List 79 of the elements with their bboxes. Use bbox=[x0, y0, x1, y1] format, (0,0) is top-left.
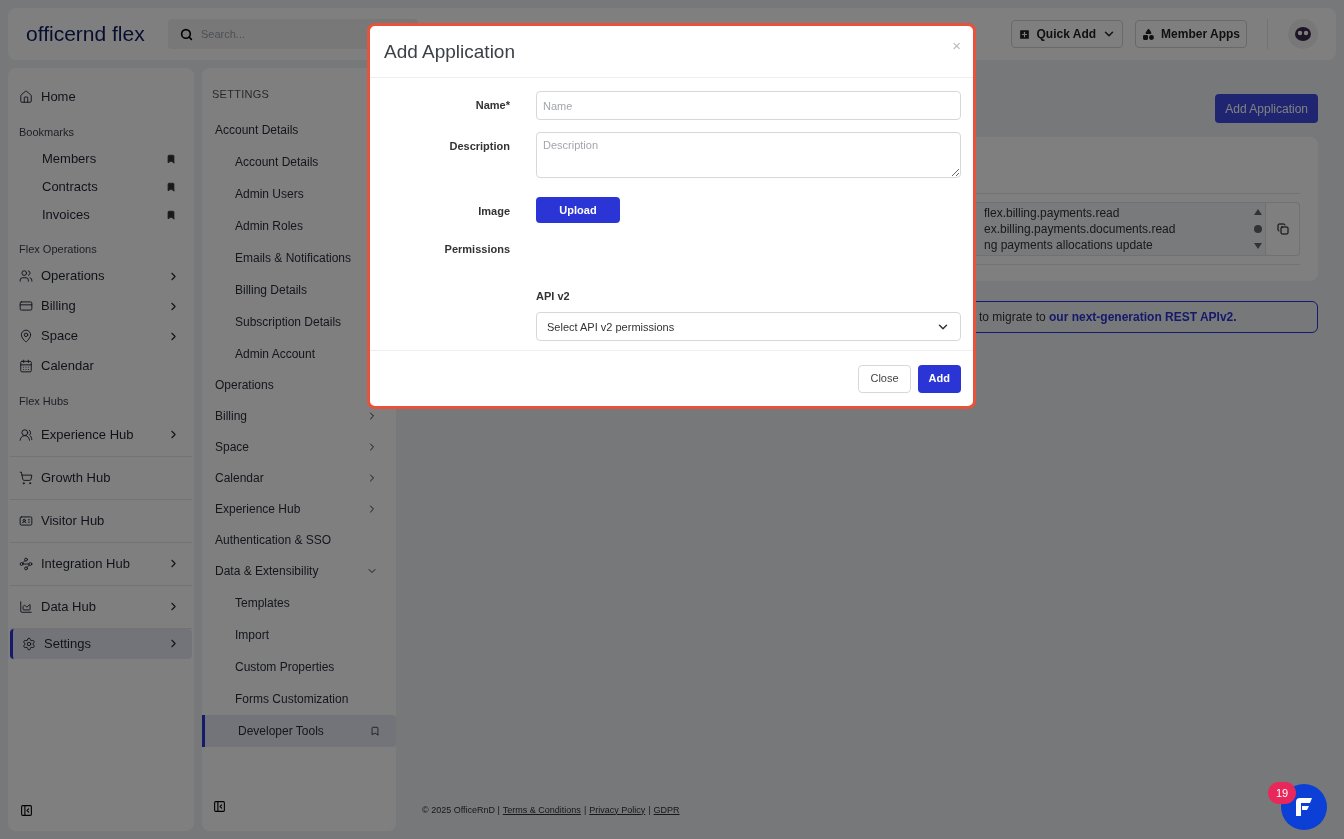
nav-item[interactable]: Data Hub bbox=[10, 591, 192, 622]
settings-icon bbox=[22, 636, 36, 651]
bookmark-icon bbox=[166, 209, 176, 220]
bookmark-icon bbox=[166, 153, 176, 164]
section-heading: Flex Hubs bbox=[18, 394, 70, 409]
permission-line: flex.billing.payments.read bbox=[984, 205, 1121, 221]
settings-menu-entry[interactable]: Space bbox=[202, 431, 396, 463]
field-label: Image bbox=[477, 204, 510, 219]
id-card-icon bbox=[19, 513, 33, 528]
separator-text: | bbox=[583, 803, 587, 817]
name-input[interactable]: Name bbox=[536, 91, 961, 120]
chart-icon bbox=[19, 599, 33, 614]
section-heading: Bookmarks bbox=[18, 125, 76, 140]
map-pin-icon bbox=[19, 329, 33, 343]
upload-button[interactable]: Upload bbox=[536, 197, 620, 224]
nav-item[interactable]: Space bbox=[10, 321, 192, 351]
nav-item[interactable]: Integration Hub bbox=[10, 548, 192, 579]
logo: officernd flex bbox=[26, 21, 146, 48]
api-version-label: API v2 bbox=[536, 288, 571, 304]
settings-menu-entry[interactable]: Experience Hub bbox=[202, 493, 396, 525]
search-icon bbox=[180, 28, 193, 41]
permission-line: ex.billing.payments.documents.read bbox=[984, 221, 1177, 237]
settings-subitem[interactable]: Forms Customization bbox=[202, 682, 396, 715]
notice-text: to migrate to our next-generation REST APIv2. bbox=[979, 309, 1237, 326]
avatar-icon bbox=[1288, 19, 1318, 49]
nav-item[interactable]: Home bbox=[10, 82, 192, 112]
settings-subitem[interactable]: Custom Properties bbox=[202, 650, 396, 683]
apiv2-link[interactable]: our next-generation REST APIv2. bbox=[1049, 310, 1237, 324]
home-icon bbox=[19, 90, 33, 104]
settings-subitem[interactable]: Developer Tools bbox=[202, 714, 396, 747]
settings-title: SETTINGS bbox=[211, 87, 271, 102]
people-icon bbox=[19, 427, 33, 442]
permission-line: ng payments allocations update bbox=[984, 237, 1154, 253]
bookmark-icon bbox=[370, 725, 380, 736]
copy-icon[interactable] bbox=[1276, 223, 1289, 235]
nav-item[interactable]: Growth Hub bbox=[10, 462, 192, 493]
add-application-button[interactable]: Add Application bbox=[1215, 94, 1318, 123]
footer-link[interactable]: GDPR bbox=[653, 803, 680, 817]
calendar-icon bbox=[19, 359, 33, 373]
shapes-icon bbox=[1142, 27, 1156, 41]
settings-subitem[interactable]: Import bbox=[202, 618, 396, 651]
add-button[interactable]: Add bbox=[917, 364, 961, 393]
collapse-icon[interactable] bbox=[213, 800, 226, 813]
logo-icon bbox=[1293, 796, 1315, 818]
permissions-select[interactable]: Select API v2 permissions bbox=[536, 312, 961, 342]
bookmark-item[interactable]: Contracts bbox=[10, 172, 192, 201]
settings-menu-entry[interactable]: Authentication & SSO bbox=[202, 524, 396, 556]
collapse-icon[interactable] bbox=[20, 804, 33, 817]
users-icon bbox=[19, 269, 33, 283]
nav-item[interactable]: Calendar bbox=[10, 351, 192, 381]
settings-menu-entry[interactable]: Calendar bbox=[202, 462, 396, 494]
nodes-icon bbox=[19, 556, 33, 571]
nav-item[interactable]: Settings bbox=[10, 628, 192, 659]
copyright-text: © 2025 OfficeRnD | bbox=[422, 803, 500, 817]
close-dialog-button[interactable]: Close bbox=[858, 364, 911, 393]
separator-text: | bbox=[648, 803, 651, 817]
credit-card-icon bbox=[19, 299, 33, 313]
section-heading: Flex Operations bbox=[18, 241, 98, 257]
quick-add-button[interactable]: Quick Add bbox=[1010, 20, 1124, 48]
nav-item[interactable]: Billing bbox=[10, 291, 192, 321]
field-label: Description bbox=[448, 139, 510, 154]
plus-square-icon bbox=[1017, 27, 1031, 41]
footer-link[interactable]: Terms & Conditions bbox=[502, 803, 581, 817]
settings-menu-entry[interactable]: Data & Extensibility bbox=[202, 555, 396, 587]
nav-item[interactable]: Experience Hub bbox=[10, 419, 192, 450]
settings-menu-entry[interactable]: Billing bbox=[202, 400, 396, 432]
bookmark-icon bbox=[166, 181, 176, 192]
settings-subitem[interactable]: Templates bbox=[202, 586, 396, 619]
notification-badge: 19 bbox=[1268, 782, 1297, 804]
cart-icon bbox=[19, 470, 33, 485]
bookmark-item[interactable]: Members bbox=[10, 144, 192, 173]
footer-link[interactable]: Privacy Policy bbox=[589, 803, 646, 817]
description-field[interactable]: Description bbox=[536, 132, 961, 178]
member-apps-button[interactable]: Member Apps bbox=[1135, 20, 1247, 48]
field-label: Name* bbox=[474, 98, 510, 113]
bookmark-item[interactable]: Invoices bbox=[10, 200, 192, 229]
nav-item[interactable]: Visitor Hub bbox=[10, 505, 192, 536]
field-label: Permissions bbox=[443, 242, 510, 258]
nav-item[interactable]: Operations bbox=[10, 261, 192, 291]
